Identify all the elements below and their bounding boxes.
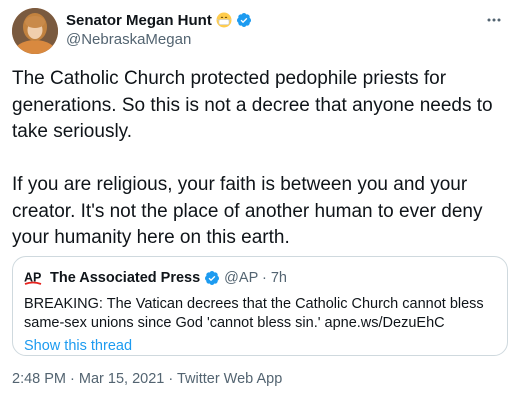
tweet-body-text: The Catholic Church protected pedophile … — [12, 68, 493, 248]
avatar[interactable] — [12, 8, 58, 54]
ap-logo-icon: AP — [24, 270, 46, 286]
author-handle[interactable]: @NebraskaMegan — [66, 31, 506, 48]
more-icon[interactable] — [484, 10, 504, 30]
quoted-handle-time: @AP · 7h — [224, 270, 287, 286]
mask-face-emoji-icon — [216, 12, 232, 28]
quoted-tweet-header: AP The Associated Press @AP · 7h — [24, 269, 496, 287]
avatar-image — [12, 8, 58, 54]
author-name-row: Senator Megan Hunt — [66, 10, 506, 30]
tweet-header: Senator Megan Hunt @NebraskaMegan — [66, 10, 506, 50]
show-thread-link[interactable]: Show this thread — [24, 338, 496, 354]
tweet-timestamp-source[interactable]: 2:48 PM · Mar 15, 2021 · Twitter Web App — [12, 371, 282, 387]
verified-badge-icon — [236, 12, 252, 28]
verified-badge-icon — [204, 270, 220, 286]
quoted-tweet-text: BREAKING: The Vatican decrees that the C… — [24, 296, 484, 331]
quoted-display-name: The Associated Press — [50, 270, 201, 286]
quoted-tweet-card[interactable]: AP The Associated Press @AP · 7h BREAKIN… — [12, 256, 508, 356]
author-display-name[interactable]: Senator Megan Hunt — [66, 12, 212, 29]
